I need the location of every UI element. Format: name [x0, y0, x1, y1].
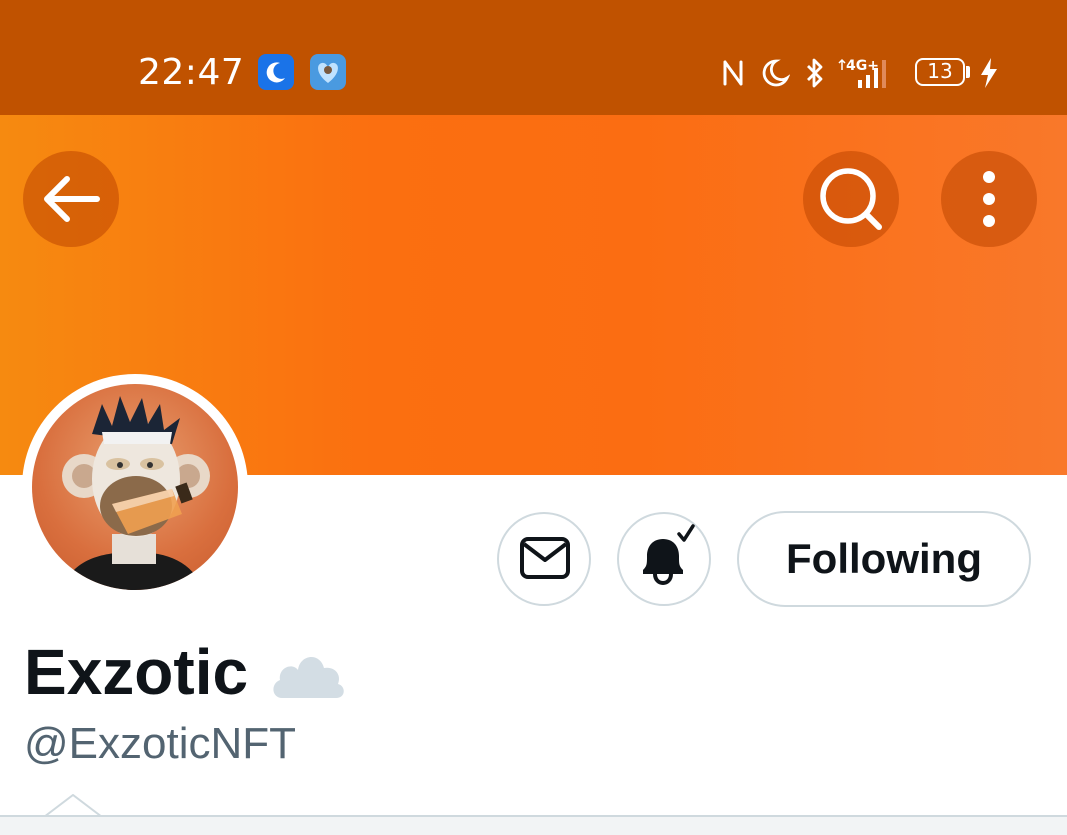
status-time: 22:47 [138, 52, 245, 93]
battery-nub [966, 66, 970, 78]
back-button[interactable] [23, 151, 119, 247]
following-button[interactable]: Following [737, 511, 1031, 607]
battery-icon: 13 [915, 58, 965, 86]
display-name: Exzotic [24, 636, 249, 708]
user-handle: @ExzoticNFT [24, 719, 297, 768]
moon-app-icon [258, 54, 294, 90]
signal-4g-icon: 4G+ [838, 58, 886, 88]
notifications-button[interactable] [617, 512, 711, 606]
do-not-disturb-icon [762, 59, 790, 87]
avatar-image [32, 384, 238, 590]
charging-icon [981, 58, 997, 88]
more-options-button[interactable] [941, 151, 1037, 247]
cloud-icon [273, 656, 344, 698]
bell-check-icon [643, 524, 695, 585]
search-button[interactable] [803, 151, 899, 247]
bluetooth-icon [807, 58, 823, 88]
nfc-icon [723, 60, 743, 86]
search-icon [820, 168, 882, 230]
message-button[interactable] [497, 512, 591, 606]
profile-avatar[interactable] [22, 374, 248, 600]
arrow-left-icon [44, 176, 100, 222]
status-bar: 22:47 4G+ 13 [0, 0, 1067, 115]
section-divider [0, 815, 1067, 835]
more-vertical-icon [983, 171, 995, 227]
mail-icon [520, 537, 570, 579]
ape-avatar-illustration [62, 396, 210, 590]
heart-app-icon [310, 54, 346, 90]
